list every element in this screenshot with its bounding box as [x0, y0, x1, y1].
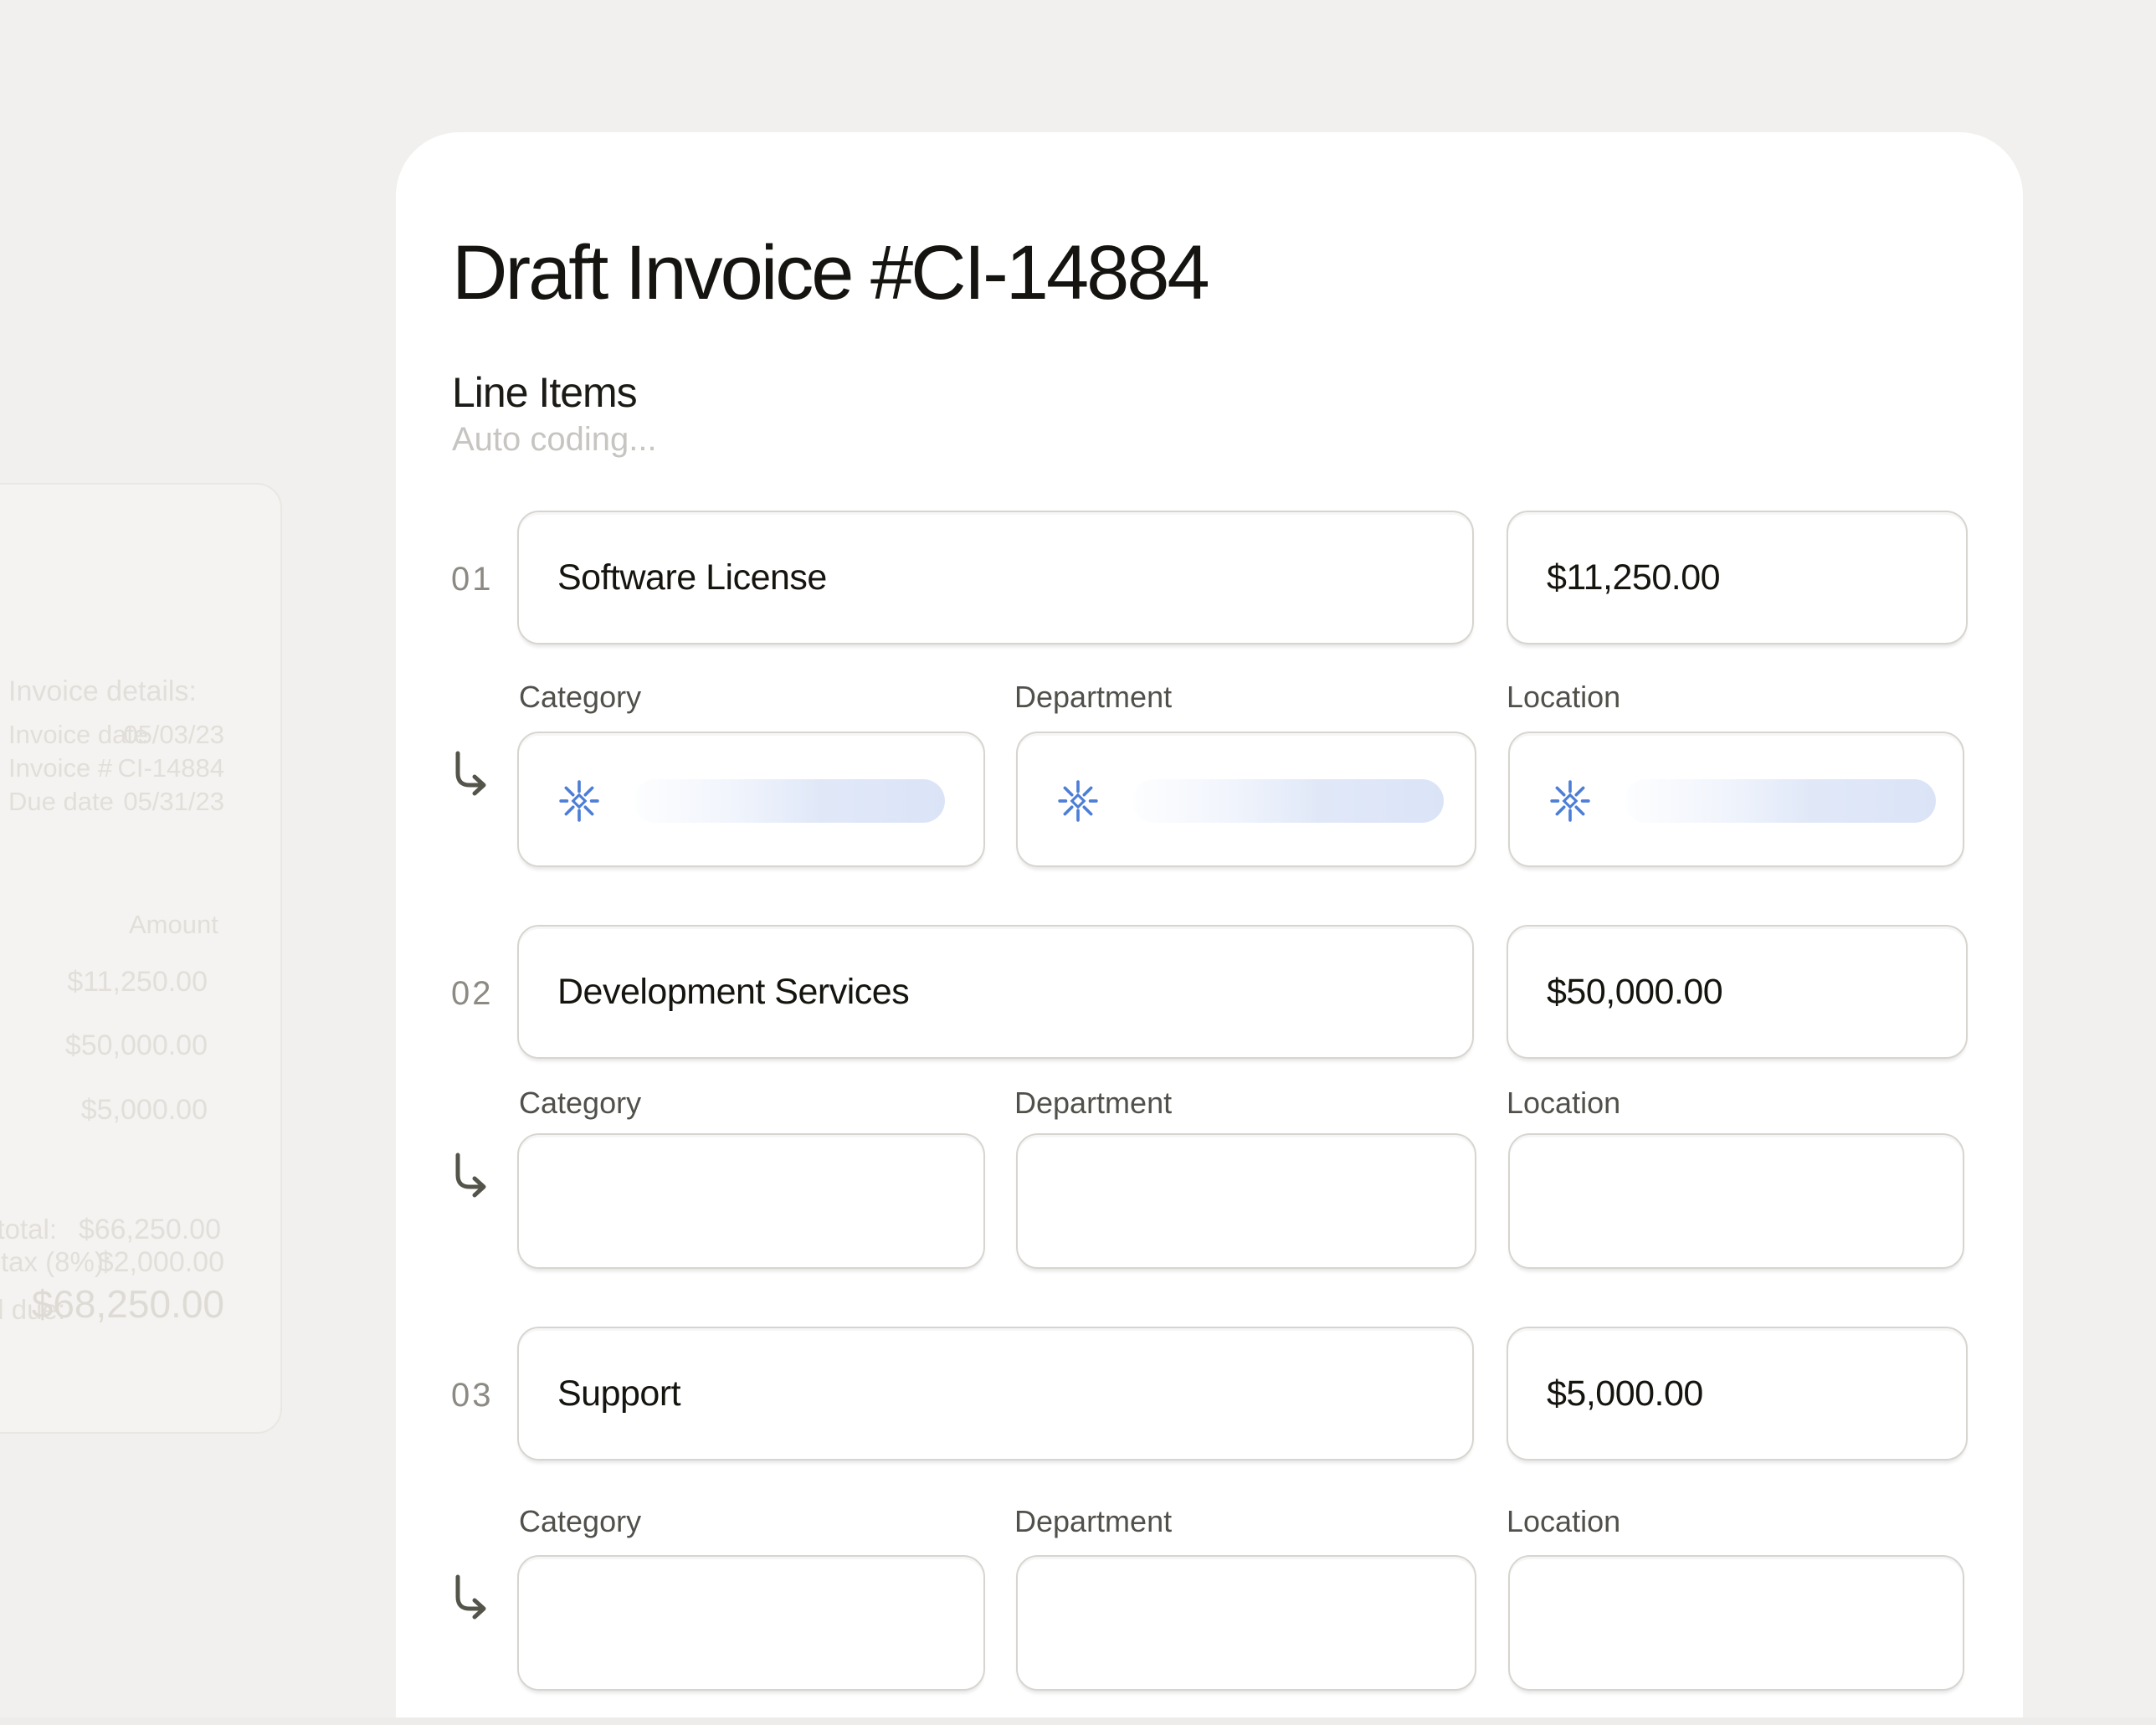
location-label: Location	[1507, 680, 1620, 715]
loading-shimmer	[1625, 779, 1936, 823]
ghost-amount: $11,250.00	[67, 966, 208, 999]
loading-shimmer	[634, 779, 945, 823]
description-value: Development Services	[519, 972, 909, 1013]
ghost-field-label: Due date	[8, 787, 114, 817]
ghost-details-title: Invoice details:	[8, 675, 197, 708]
department-field-loading[interactable]	[1016, 732, 1476, 867]
return-arrow-icon	[448, 1574, 495, 1620]
description-input[interactable]: Software License	[517, 511, 1474, 644]
category-label: Category	[519, 680, 641, 715]
line-item-number: 02	[451, 975, 510, 1013]
loading-shimmer	[1132, 779, 1444, 823]
ghost-amount: $50,000.00	[65, 1029, 208, 1062]
ghost-amount-header: Amount	[129, 910, 218, 940]
department-field[interactable]	[1016, 1555, 1476, 1691]
ghost-tax-value: $2,000.00	[98, 1246, 224, 1279]
department-label: Department	[1014, 1086, 1172, 1121]
amount-input[interactable]: $11,250.00	[1507, 511, 1968, 644]
sparkle-icon	[1549, 780, 1591, 822]
line-item-number: 01	[451, 561, 510, 598]
description-input[interactable]: Development Services	[517, 925, 1474, 1059]
next-section-edge	[0, 1717, 2156, 1725]
ghost-subtotal-value: $66,250.00	[79, 1214, 221, 1246]
amount-value: $11,250.00	[1508, 557, 1720, 598]
description-input[interactable]: Support	[517, 1327, 1474, 1461]
auto-coding-status: Auto coding...	[452, 421, 657, 459]
ghost-invoice-preview: Invoice details: Invoice date 05/03/23 I…	[0, 483, 282, 1434]
sparkle-icon	[558, 780, 600, 822]
ghost-field-value: 05/31/23	[123, 787, 224, 817]
location-label: Location	[1507, 1086, 1620, 1121]
category-field-loading[interactable]	[517, 732, 985, 867]
location-field[interactable]	[1508, 1133, 1964, 1269]
return-arrow-icon	[448, 750, 495, 797]
sparkle-icon	[1057, 780, 1099, 822]
return-arrow-icon	[448, 1152, 495, 1199]
department-label: Department	[1014, 1504, 1172, 1539]
category-label: Category	[519, 1504, 641, 1539]
line-item-number: 03	[451, 1377, 510, 1414]
ghost-field-value: 05/03/23	[123, 720, 224, 750]
amount-input[interactable]: $5,000.00	[1507, 1327, 1968, 1461]
category-label: Category	[519, 1086, 641, 1121]
category-field[interactable]	[517, 1133, 985, 1269]
description-value: Support	[519, 1373, 680, 1414]
draft-invoice-card: Draft Invoice #CI-14884 Line Items Auto …	[396, 132, 2023, 1725]
amount-value: $5,000.00	[1508, 1373, 1703, 1414]
amount-value: $50,000.00	[1508, 972, 1722, 1013]
description-value: Software License	[519, 557, 827, 598]
location-field-loading[interactable]	[1508, 732, 1964, 867]
location-label: Location	[1507, 1504, 1620, 1539]
location-field[interactable]	[1508, 1555, 1964, 1691]
ghost-subtotal-label: Subtotal:	[0, 1214, 57, 1245]
ghost-tax-label: Sales tax (8%):	[0, 1246, 111, 1278]
category-field[interactable]	[517, 1555, 985, 1691]
ghost-total-due-value: $68,250.00	[32, 1281, 224, 1327]
line-items-heading: Line Items	[452, 368, 637, 417]
department-label: Department	[1014, 680, 1172, 715]
page-title: Draft Invoice #CI-14884	[452, 233, 1208, 314]
ghost-field-value: CI-14884	[117, 753, 224, 783]
amount-input[interactable]: $50,000.00	[1507, 925, 1968, 1059]
ghost-field-label: Invoice #	[8, 753, 112, 783]
department-field[interactable]	[1016, 1133, 1476, 1269]
ghost-amount: $5,000.00	[81, 1094, 208, 1127]
